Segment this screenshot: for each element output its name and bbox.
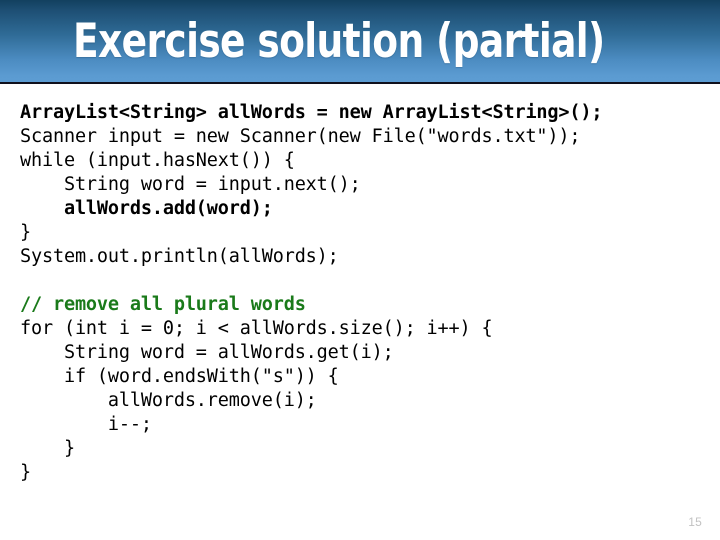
code-line: String word = allWords.get(i); — [20, 342, 394, 363]
code-line: if (word.endsWith("s")) { — [20, 366, 339, 387]
slide: Exercise solution (partial) ArrayList<St… — [0, 0, 720, 540]
code-line: ArrayList<String> allWords = new ArrayLi… — [20, 102, 603, 123]
page-title: Exercise solution (partial) — [73, 14, 605, 69]
code-line: // remove all plural words — [20, 294, 306, 315]
title-banner-divider — [0, 82, 720, 84]
code-line: while (input.hasNext()) { — [20, 150, 295, 171]
code-block: ArrayList<String> allWords = new ArrayLi… — [20, 101, 710, 485]
code-line: Scanner input = new Scanner(new File("wo… — [20, 126, 581, 147]
code-line: allWords.remove(i); — [20, 390, 317, 411]
code-line: } — [20, 438, 75, 459]
code-line: System.out.println(allWords); — [20, 246, 339, 267]
code-line: } — [20, 222, 31, 243]
code-line: allWords.add(word); — [20, 198, 273, 219]
code-line: i--; — [20, 414, 152, 435]
title-banner: Exercise solution (partial) — [0, 0, 720, 82]
code-line: String word = input.next(); — [20, 174, 361, 195]
page-number: 15 — [688, 515, 702, 529]
code-line: for (int i = 0; i < allWords.size(); i++… — [20, 318, 493, 339]
code-line: } — [20, 462, 31, 483]
